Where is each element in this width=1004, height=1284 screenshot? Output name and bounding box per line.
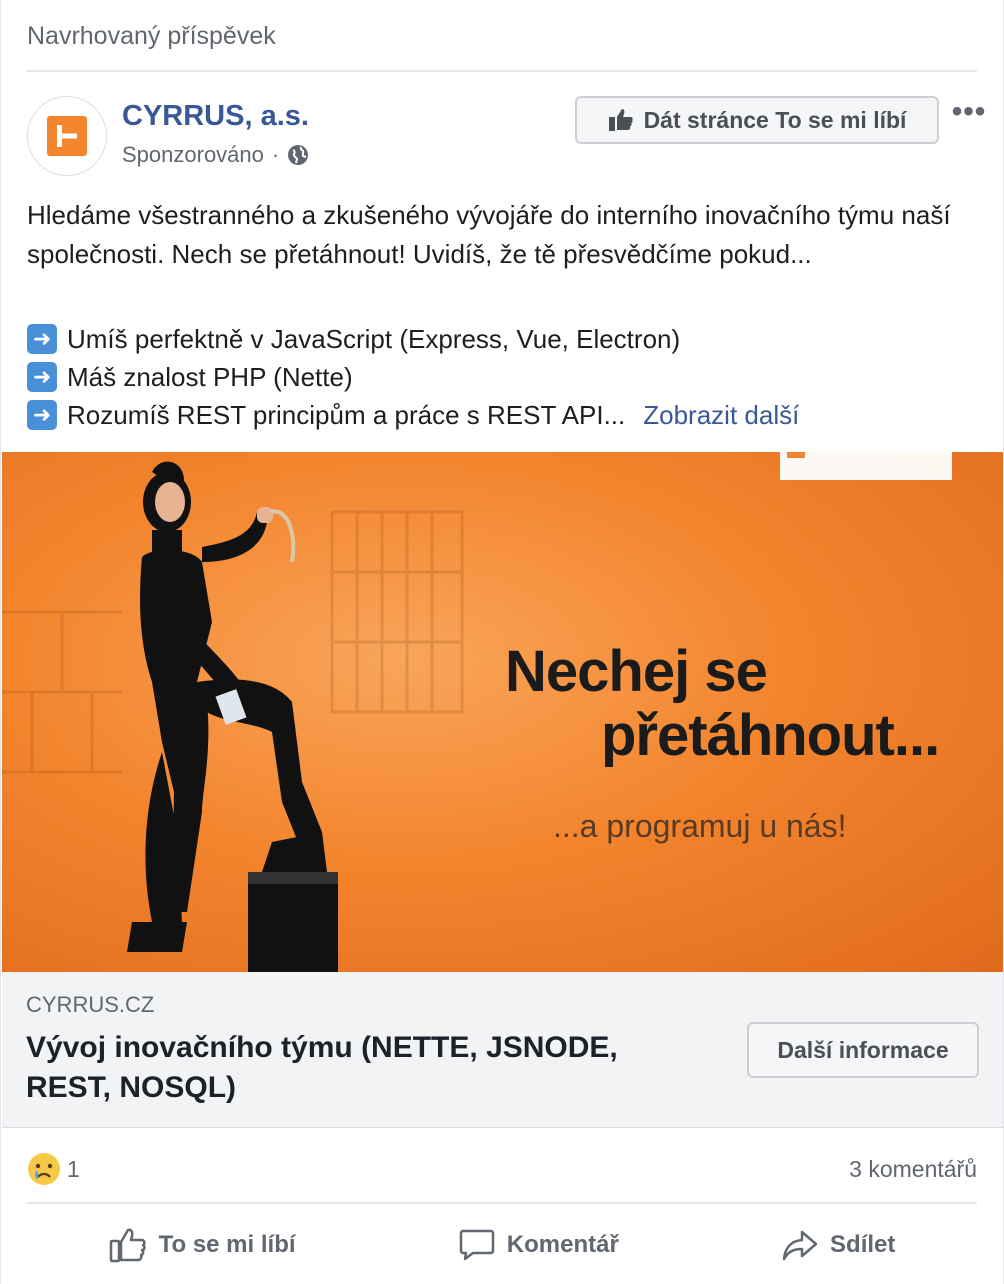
see-more-link[interactable]: Zobrazit další xyxy=(643,396,799,434)
share-action-button[interactable]: Sdílet xyxy=(782,1229,895,1261)
page-avatar[interactable] xyxy=(27,96,107,176)
ad-subline: ...a programuj u nás! xyxy=(553,808,847,844)
suggested-post-label: Navrhovaný příspěvek xyxy=(27,22,276,50)
sponsored-post-card: Navrhovaný příspěvek CYRRUS, a.s. Sponzo… xyxy=(0,0,1004,1284)
arrow-right-icon: ➜ xyxy=(27,400,57,430)
comments-count-link[interactable]: 3 komentářů xyxy=(849,1156,977,1183)
post-text: Hledáme všestranného a zkušeného vývojář… xyxy=(27,200,951,269)
divider xyxy=(27,1202,977,1204)
arrow-right-icon: ➜ xyxy=(27,324,57,354)
more-options-button[interactable]: ••• xyxy=(949,95,989,128)
share-action-label: Sdílet xyxy=(830,1231,896,1258)
comment-bubble-icon xyxy=(459,1229,495,1261)
link-preview[interactable]: CYRRUS.CZ Vývoj inovačního týmu (NETTE, … xyxy=(2,972,1003,1128)
bullet-item: ➜ Umíš perfektně v JavaScript (Express, … xyxy=(27,320,799,358)
reaction-count: 1 xyxy=(67,1155,80,1182)
sponsored-row: Sponzorováno · xyxy=(122,142,309,168)
cyrrus-logo-icon xyxy=(47,116,87,156)
post-bullets: ➜ Umíš perfektně v JavaScript (Express, … xyxy=(27,320,799,434)
bullet-text: Rozumíš REST principům a práce s REST AP… xyxy=(67,400,626,430)
thumbs-up-icon xyxy=(608,109,633,131)
comment-action-label: Komentář xyxy=(506,1231,619,1258)
share-arrow-icon xyxy=(782,1230,818,1261)
sad-reaction-icon xyxy=(28,1153,60,1185)
post-actions: To se mi líbí Komentář Sdílet xyxy=(27,1212,977,1278)
reactions-summary[interactable]: 1 xyxy=(27,1152,80,1186)
link-domain: CYRRUS.CZ xyxy=(26,992,155,1017)
ad-headline-line2: přetáhnout... xyxy=(601,703,940,768)
like-page-button[interactable]: Dát stránce To se mi líbí xyxy=(575,96,939,144)
divider xyxy=(27,70,977,72)
ad-headline-line1: Nechej se xyxy=(505,639,768,704)
page-name-link[interactable]: CYRRUS, a.s. xyxy=(122,100,309,133)
comment-action-button[interactable]: Komentář xyxy=(459,1228,619,1262)
learn-more-button[interactable]: Další informace xyxy=(747,1022,979,1078)
arrow-right-icon: ➜ xyxy=(27,362,57,392)
bullet-item: ➜ Rozumíš REST principům a práce s REST … xyxy=(27,396,799,434)
like-page-label: Dát stránce To se mi líbí xyxy=(643,106,907,133)
sponsored-label[interactable]: Sponzorováno xyxy=(122,142,264,168)
like-action-label: To se mi líbí xyxy=(158,1231,296,1258)
bullet-item: ➜ Máš znalost PHP (Nette) xyxy=(27,358,799,396)
ad-headline: Nechej se přetáhnout... xyxy=(505,639,940,768)
thumbs-up-outline-icon xyxy=(109,1228,146,1263)
bullet-text: Máš znalost PHP (Nette) xyxy=(67,362,353,392)
globe-icon[interactable] xyxy=(287,144,309,166)
dot-separator: · xyxy=(271,142,280,167)
link-title[interactable]: Vývoj inovačního týmu (NETTE, JSNODE, RE… xyxy=(26,1028,706,1108)
like-action-button[interactable]: To se mi líbí xyxy=(109,1227,296,1263)
bullet-text: Umíš perfektně v JavaScript (Express, Vu… xyxy=(67,324,681,354)
